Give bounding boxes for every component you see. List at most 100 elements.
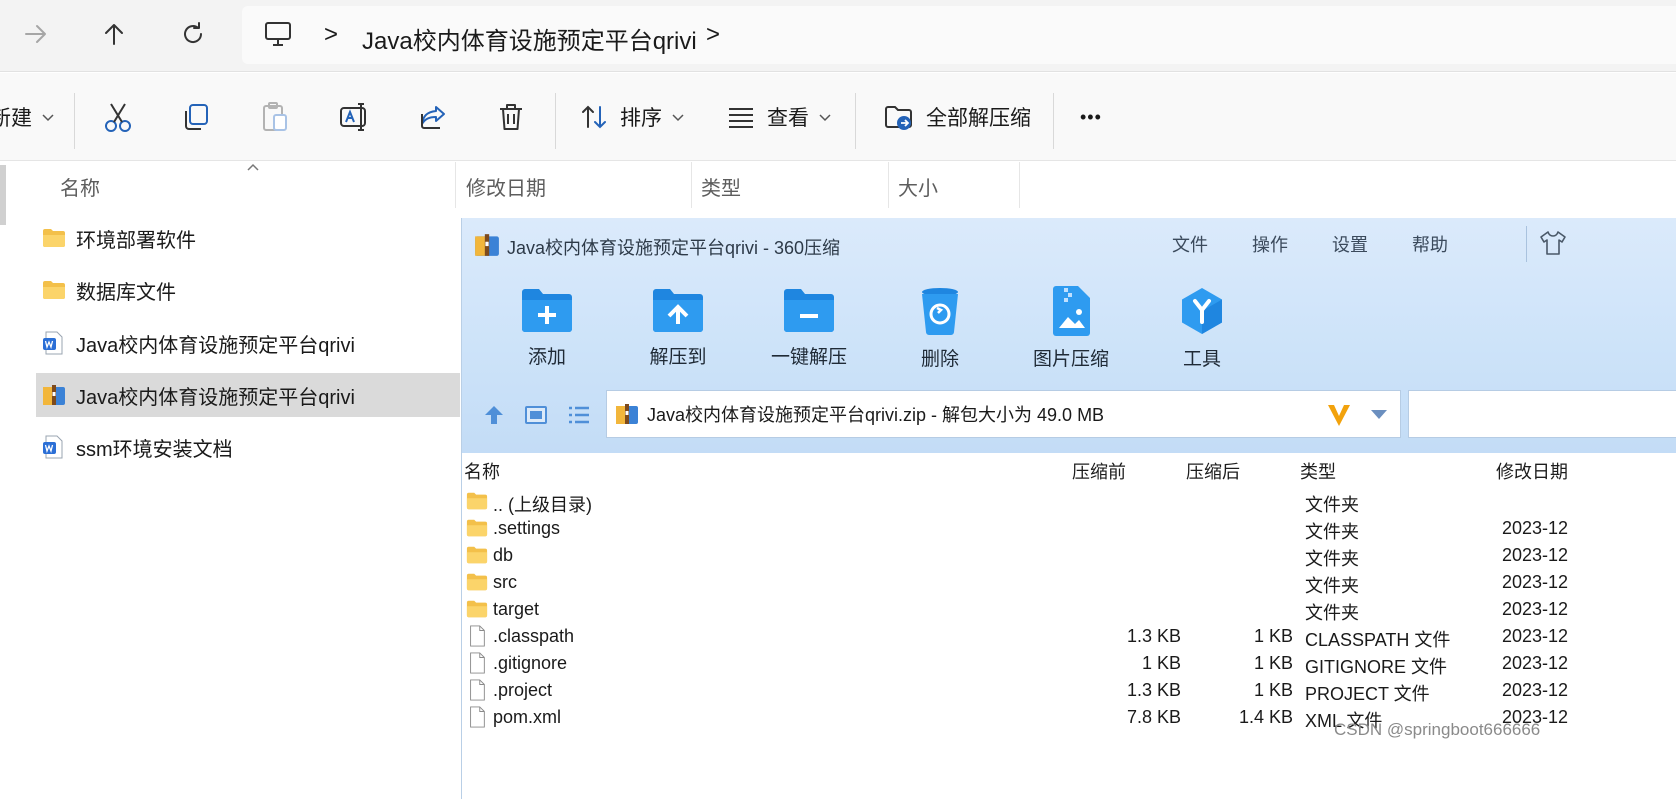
zip-column-before[interactable]: 压缩前 [1072,458,1126,484]
zip-row[interactable]: target 文件夹 2023-12 [462,596,1676,623]
add-folder-icon [522,289,572,332]
file-name: 数据库文件 [76,281,176,304]
column-size[interactable]: 大小 [898,172,938,201]
delete-button[interactable] [497,97,525,137]
zip-row-before: 1.3 KB [1126,626,1181,646]
zip-column-modified[interactable]: 修改日期 [1496,458,1568,484]
zip-column-after[interactable]: 压缩后 [1186,458,1240,484]
zip-app-icon [475,234,499,256]
column-name[interactable]: 名称 [60,172,100,201]
thumbnail-view-icon[interactable] [524,404,548,426]
tool-label: 添加 [527,347,566,368]
image-compress-icon [1053,286,1090,336]
nav-pane-scrollbar[interactable] [0,165,6,225]
quick-extract-folder-icon [784,289,834,332]
file-icon [470,625,485,647]
zip-row-before: 1.3 KB [1126,680,1181,700]
watermark: CSDN @springboot666666 [1334,720,1541,739]
view-button[interactable]: 查看 [727,97,833,137]
new-button[interactable]: 新建 [0,97,56,137]
file-name: Java校内体育设施预定平台qrivi [76,334,355,357]
column-type[interactable]: 类型 [701,172,741,201]
menu-help[interactable]: 帮助 [1412,231,1448,257]
zip-row-type: 文件夹 [1305,522,1359,542]
forward-button[interactable] [12,10,60,58]
dropdown-arrow-icon[interactable] [1369,408,1389,420]
zip-row-name: pom.xml [493,707,562,727]
refresh-button[interactable] [169,10,217,58]
tool-delete[interactable]: 删除 [895,286,985,371]
arrow-right-icon [25,25,46,43]
copy-button[interactable] [181,97,211,137]
zip-row[interactable]: src 文件夹 2023-12 [462,569,1676,596]
zip-row[interactable]: .. (上级目录) 文件夹 [462,488,1676,515]
cut-icon [105,103,131,132]
tool-image-compress[interactable]: 图片压缩 [1026,286,1116,371]
sort-button[interactable]: 排序 [580,97,686,137]
extract-to-folder-icon [653,289,703,332]
zip-column-type[interactable]: 类型 [1300,458,1336,484]
file-row[interactable]: 环境部署软件 [36,216,460,260]
zip-row[interactable]: .settings 文件夹 2023-12 [462,515,1676,542]
column-divider[interactable] [691,162,692,208]
tool-extract-to[interactable]: 解压到 [633,286,723,369]
up-level-icon[interactable] [482,404,506,426]
zip-row-modified: 2023-12 [1502,680,1569,700]
tool-tools[interactable]: 工具 [1157,286,1247,371]
chevron-down-icon [42,114,54,122]
share-button[interactable] [418,97,448,137]
extract-all-label: 全部解压缩 [926,107,1031,130]
zip-column-name[interactable]: 名称 [464,458,500,484]
tool-label: 删除 [920,349,959,370]
share-icon [421,106,445,129]
breadcrumb-chevron[interactable]: > [324,21,338,49]
rename-button[interactable] [339,97,371,137]
list-view-icon[interactable] [567,404,591,426]
zip-row[interactable]: .classpath 1.3 KB 1 KB CLASSPATH 文件 2023… [462,623,1676,650]
cut-button[interactable] [103,97,133,137]
file-name: ssm环境安装文档 [76,438,233,461]
zip-row[interactable]: db 文件夹 2023-12 [462,542,1676,569]
column-divider[interactable] [1019,162,1020,208]
more-button[interactable]: ••• [1080,97,1102,137]
file-row[interactable]: 数据库文件 [36,268,460,312]
breadcrumb-chevron-end[interactable]: > [706,21,720,49]
zip-row-name: src [493,572,517,592]
delete-icon [500,104,522,130]
zip-row-type: GITIGNORE 文件 [1305,657,1448,677]
address-bar[interactable]: > Java校内体育设施预定平台qrivi > [242,6,1676,64]
zip-row[interactable]: .gitignore 1 KB 1 KB GITIGNORE 文件 2023-1… [462,650,1676,677]
breadcrumb-folder[interactable]: Java校内体育设施预定平台qrivi [362,21,697,56]
tool-one-click-extract[interactable]: 一键解压 [764,286,854,369]
zip-row-before: 1 KB [1141,653,1181,673]
column-divider[interactable] [455,162,456,208]
menu-operation[interactable]: 操作 [1252,231,1288,257]
menu-file[interactable]: 文件 [1172,231,1208,257]
zip-path-box[interactable]: Java校内体育设施预定平台qrivi.zip - 解包大小为 49.0 MB [606,390,1401,438]
column-divider[interactable] [888,162,889,208]
column-modified[interactable]: 修改日期 [466,172,546,201]
zip-row-name: db [493,545,514,565]
paste-button[interactable] [260,97,290,137]
word-doc-icon [43,435,63,459]
zip-row-modified: 2023-12 [1502,626,1569,646]
zip-row-after: 1 KB [1253,626,1293,646]
zip-row[interactable]: .project 1.3 KB 1 KB PROJECT 文件 2023-12 [462,677,1676,704]
up-button[interactable] [90,10,138,58]
file-row[interactable]: Java校内体育设施预定平台qrivi [36,321,460,365]
file-icon [470,706,485,728]
menu-settings[interactable]: 设置 [1332,231,1368,257]
divider [74,93,75,149]
file-row-selected[interactable]: Java校内体育设施预定平台qrivi [36,373,460,417]
tool-add[interactable]: 添加 [502,286,592,369]
zip-search-box[interactable] [1408,390,1676,438]
computer-icon [265,22,291,46]
skin-shirt-icon[interactable] [1539,230,1567,256]
file-row[interactable]: ssm环境安装文档 [36,425,460,469]
extract-all-button[interactable]: 全部解压缩 [884,97,1031,137]
zip-row-modified: 2023-12 [1502,599,1569,619]
file-icon [470,652,485,674]
zip-row-after: 1 KB [1253,680,1293,700]
zip-row-type: 文件夹 [1305,603,1359,623]
zip-header: Java校内体育设施预定平台qrivi - 360压缩 文件 操作 设置 帮助 … [462,218,1676,453]
